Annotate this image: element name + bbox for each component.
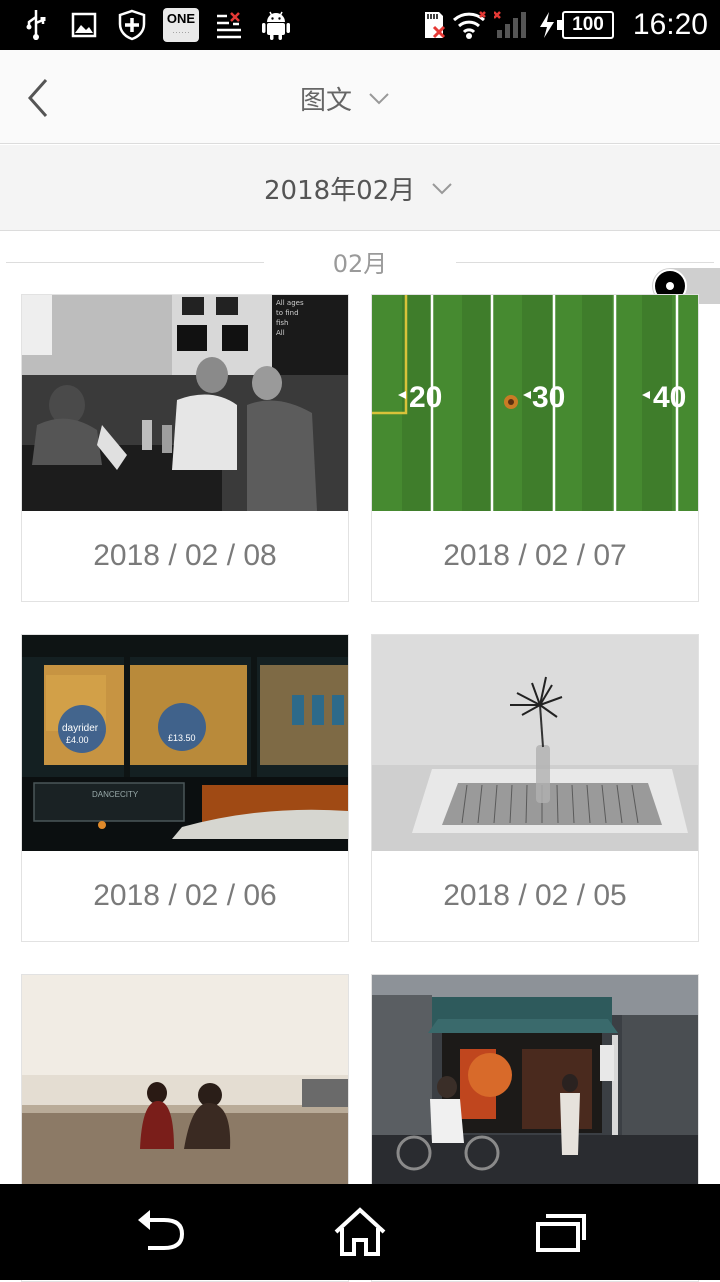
svg-text:DANCECITY: DANCECITY [92, 790, 139, 799]
month-selector-label: 2018年02月 [264, 175, 416, 206]
sd-card-error-icon [418, 8, 448, 42]
divider-line [6, 262, 264, 263]
yard-number: 20 [409, 381, 442, 414]
chevron-down-icon [431, 173, 453, 203]
photo-card[interactable]: All ages to find fish All 2018 / 02 / 08 [21, 294, 349, 602]
image-icon [70, 8, 98, 42]
chevron-down-icon [368, 83, 390, 113]
yard-number: 40 [653, 381, 686, 414]
photo-bar-scene: All ages to find fish All [22, 295, 348, 511]
status-bar: ONE · · · · · · 100 16:20 [0, 0, 720, 50]
usb-icon [22, 8, 50, 42]
photo-beach-couple [22, 975, 348, 1191]
date-filter-bar: 2018年02月 [0, 145, 720, 231]
recent-apps-icon[interactable] [530, 1204, 590, 1260]
card-date: 2018 / 02 / 07 [443, 539, 627, 572]
photo-card[interactable]: dayrider £4.00 £13.50 DANCECITY 2018 / 0… [21, 634, 349, 942]
photo-football-field: 20 30 40 [372, 295, 698, 511]
photo-bus-windows: dayrider £4.00 £13.50 DANCECITY [22, 635, 348, 851]
card-date: 2018 / 02 / 06 [93, 879, 277, 912]
header-title: 图文 [300, 85, 353, 116]
card-date: 2018 / 02 / 05 [443, 879, 627, 912]
battery-indicator: 100 [557, 11, 614, 39]
svg-text:All ages: All ages [276, 299, 304, 307]
yard-number: 30 [532, 381, 565, 414]
back-arrow-icon[interactable] [130, 1204, 190, 1260]
month-label: 02月 [332, 250, 388, 278]
list-x-icon [214, 8, 244, 42]
wifi-icon [452, 8, 486, 42]
svg-text:All: All [276, 329, 285, 337]
system-nav-bar [0, 1184, 720, 1280]
photo-card[interactable]: 20 30 40 2018 / 02 / 07 [371, 294, 699, 602]
svg-text:dayrider: dayrider [62, 723, 99, 734]
back-button[interactable] [18, 74, 62, 122]
shield-plus-icon [116, 8, 148, 42]
month-section-header: 02月 [0, 232, 720, 292]
android-icon [260, 8, 292, 42]
svg-text:£13.50: £13.50 [168, 733, 196, 743]
photo-card[interactable]: 2018 / 02 / 05 [371, 634, 699, 942]
one-app-icon: ONE · · · · · · [163, 8, 199, 42]
month-selector[interactable]: 2018年02月 [264, 167, 453, 209]
app-header: 图文 [0, 50, 720, 144]
svg-text:fish: fish [276, 319, 289, 327]
photo-plant-tray [372, 635, 698, 851]
divider-line [456, 262, 714, 263]
card-date: 2018 / 02 / 08 [93, 539, 277, 572]
svg-text:£4.00: £4.00 [66, 735, 89, 745]
content-type-selector[interactable]: 图文 [300, 78, 390, 118]
svg-text:to find: to find [276, 309, 299, 317]
signal-icon [494, 8, 528, 42]
photo-japanese-street [372, 975, 698, 1191]
home-icon[interactable] [330, 1204, 390, 1260]
charging-icon [536, 8, 558, 42]
clock: 16:20 [632, 8, 708, 41]
